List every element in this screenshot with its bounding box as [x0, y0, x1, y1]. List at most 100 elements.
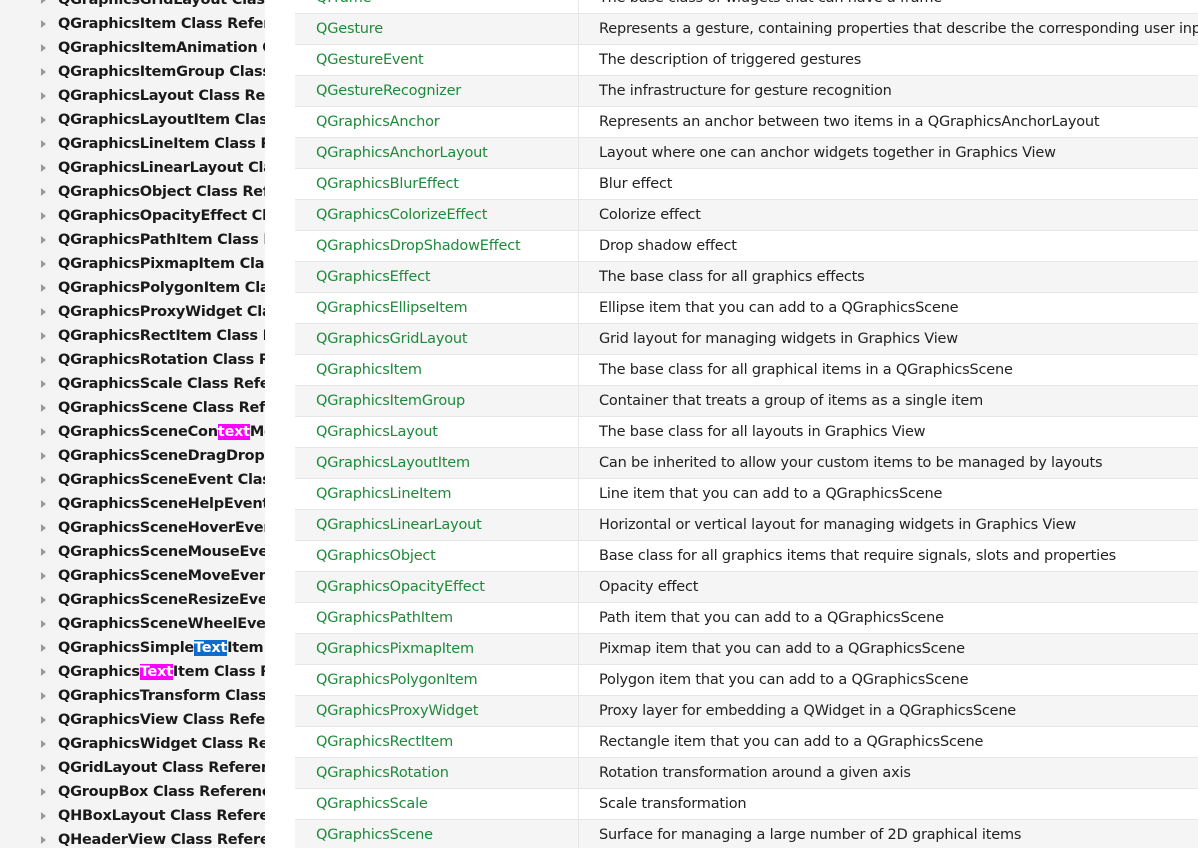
expand-arrow-icon[interactable]	[41, 476, 46, 484]
class-link[interactable]: QGesture	[316, 14, 383, 44]
sidebar-item[interactable]: QGraphicsSceneResizeEvent Class Referenc…	[0, 588, 265, 612]
expand-arrow-icon[interactable]	[41, 692, 46, 700]
class-link[interactable]: QGraphicsRotation	[316, 758, 449, 788]
class-link[interactable]: QGraphicsColorizeEffect	[316, 200, 487, 230]
class-link[interactable]: QGraphicsBlurEffect	[316, 169, 459, 199]
expand-arrow-icon[interactable]	[41, 380, 46, 388]
class-link[interactable]: QGraphicsRectItem	[316, 727, 453, 757]
sidebar-item[interactable]: QGraphicsSceneWheelEvent Class Reference	[0, 612, 265, 636]
sidebar-item[interactable]: QGraphicsItem Class Reference	[0, 12, 265, 36]
class-link[interactable]: QGraphicsPolygonItem	[316, 665, 478, 695]
expand-arrow-icon[interactable]	[41, 20, 46, 28]
sidebar-item[interactable]: QGraphicsPolygonItem Class Reference	[0, 276, 265, 300]
sidebar-item[interactable]: QGraphicsPathItem Class Reference	[0, 228, 265, 252]
sidebar-item[interactable]: QGraphicsTransform Class Reference	[0, 684, 265, 708]
expand-arrow-icon[interactable]	[41, 188, 46, 196]
class-link[interactable]: QGraphicsPixmapItem	[316, 634, 474, 664]
expand-arrow-icon[interactable]	[41, 668, 46, 676]
expand-arrow-icon[interactable]	[41, 356, 46, 364]
expand-arrow-icon[interactable]	[41, 788, 46, 796]
class-link[interactable]: QGraphicsScale	[316, 789, 428, 819]
expand-arrow-icon[interactable]	[41, 500, 46, 508]
expand-arrow-icon[interactable]	[41, 308, 46, 316]
class-link[interactable]: QGestureRecognizer	[316, 76, 461, 106]
expand-arrow-icon[interactable]	[41, 164, 46, 172]
sidebar-item[interactable]: QGraphicsItemAnimation Class Reference	[0, 36, 265, 60]
expand-arrow-icon[interactable]	[41, 332, 46, 340]
sidebar-item[interactable]: QGraphicsProxyWidget Class Reference	[0, 300, 265, 324]
sidebar-item[interactable]: QGraphicsScene Class Reference	[0, 396, 265, 420]
sidebar-item[interactable]: QGraphicsLineItem Class Reference	[0, 132, 265, 156]
sidebar-item[interactable]: QGraphicsLinearLayout Class Reference	[0, 156, 265, 180]
sidebar-item[interactable]: QGridLayout Class Reference	[0, 756, 265, 780]
sidebar-item[interactable]: QGraphicsView Class Reference	[0, 708, 265, 732]
sidebar-item[interactable]: QGraphicsObject Class Reference	[0, 180, 265, 204]
expand-arrow-icon[interactable]	[41, 44, 46, 52]
sidebar-item[interactable]: QHBoxLayout Class Reference	[0, 804, 265, 828]
class-link[interactable]: QGraphicsPathItem	[316, 603, 453, 633]
sidebar-item[interactable]: QGraphicsSceneEvent Class Reference	[0, 468, 265, 492]
sidebar-item[interactable]: QGraphicsLayout Class Reference	[0, 84, 265, 108]
expand-arrow-icon[interactable]	[41, 548, 46, 556]
expand-arrow-icon[interactable]	[41, 764, 46, 772]
class-link[interactable]: QGraphicsLayout	[316, 417, 438, 447]
expand-arrow-icon[interactable]	[41, 212, 46, 220]
sidebar-item[interactable]: QGroupBox Class Reference	[0, 780, 265, 804]
class-link[interactable]: QGraphicsGridLayout	[316, 324, 468, 354]
sidebar-item[interactable]: QGraphicsGridLayout Class Reference	[0, 0, 265, 12]
class-link[interactable]: QFrame	[316, 0, 372, 13]
expand-arrow-icon[interactable]	[41, 140, 46, 148]
class-link[interactable]: QGraphicsLayoutItem	[316, 448, 470, 478]
expand-arrow-icon[interactable]	[41, 284, 46, 292]
expand-arrow-icon[interactable]	[41, 68, 46, 76]
sidebar-item[interactable]: QGraphicsOpacityEffect Class Reference	[0, 204, 265, 228]
class-link[interactable]: QGraphicsAnchorLayout	[316, 138, 488, 168]
expand-arrow-icon[interactable]	[41, 812, 46, 820]
expand-arrow-icon[interactable]	[41, 572, 46, 580]
class-link[interactable]: QGraphicsAnchor	[316, 107, 440, 137]
expand-arrow-icon[interactable]	[41, 836, 46, 844]
sidebar-item[interactable]: QGraphicsSceneHoverEvent Class Reference	[0, 516, 265, 540]
class-link[interactable]: QGraphicsOpacityEffect	[316, 572, 485, 602]
class-link[interactable]: QGraphicsLinearLayout	[316, 510, 482, 540]
sidebar-item[interactable]: QGraphicsTextItem Class Reference	[0, 660, 265, 684]
sidebar-item[interactable]: QHeaderView Class Reference	[0, 828, 265, 848]
expand-arrow-icon[interactable]	[41, 716, 46, 724]
sidebar-item[interactable]: QGraphicsItemGroup Class Reference	[0, 60, 265, 84]
expand-arrow-icon[interactable]	[41, 740, 46, 748]
sidebar-item[interactable]: QGraphicsSceneMouseEvent Class Reference	[0, 540, 265, 564]
expand-arrow-icon[interactable]	[41, 404, 46, 412]
class-link[interactable]: QGraphicsItem	[316, 355, 422, 385]
class-link[interactable]: QGraphicsItemGroup	[316, 386, 465, 416]
sidebar-item[interactable]: QGraphicsSceneHelpEvent Class Reference	[0, 492, 265, 516]
expand-arrow-icon[interactable]	[41, 428, 46, 436]
expand-arrow-icon[interactable]	[41, 116, 46, 124]
sidebar-item[interactable]: QGraphicsRotation Class Reference	[0, 348, 265, 372]
sidebar-item[interactable]: QGraphicsSceneMoveEvent Class Reference	[0, 564, 265, 588]
expand-arrow-icon[interactable]	[41, 0, 46, 4]
class-link[interactable]: QGraphicsEffect	[316, 262, 431, 292]
sidebar-item[interactable]: QGraphicsSceneDragDropEvent Class Refere…	[0, 444, 265, 468]
expand-arrow-icon[interactable]	[41, 644, 46, 652]
sidebar-item[interactable]: QGraphicsSceneContextMenuEvent Class Ref…	[0, 420, 265, 444]
sidebar-item[interactable]: QGraphicsSimpleTextItem Class Reference	[0, 636, 265, 660]
class-link[interactable]: QGraphicsObject	[316, 541, 436, 571]
sidebar-item[interactable]: QGraphicsLayoutItem Class Reference	[0, 108, 265, 132]
expand-arrow-icon[interactable]	[41, 236, 46, 244]
class-link[interactable]: QGraphicsScene	[316, 820, 433, 848]
expand-arrow-icon[interactable]	[41, 620, 46, 628]
expand-arrow-icon[interactable]	[41, 452, 46, 460]
expand-arrow-icon[interactable]	[41, 524, 46, 532]
expand-arrow-icon[interactable]	[41, 92, 46, 100]
class-link[interactable]: QGraphicsProxyWidget	[316, 696, 478, 726]
class-link[interactable]: QGestureEvent	[316, 45, 424, 75]
sidebar-item[interactable]: QGraphicsWidget Class Reference	[0, 732, 265, 756]
class-link[interactable]: QGraphicsEllipseItem	[316, 293, 468, 323]
expand-arrow-icon[interactable]	[41, 596, 46, 604]
class-link[interactable]: QGraphicsLineItem	[316, 479, 451, 509]
sidebar-item[interactable]: QGraphicsPixmapItem Class Reference	[0, 252, 265, 276]
class-link[interactable]: QGraphicsDropShadowEffect	[316, 231, 521, 261]
sidebar-item[interactable]: QGraphicsScale Class Reference	[0, 372, 265, 396]
expand-arrow-icon[interactable]	[41, 260, 46, 268]
sidebar-item[interactable]: QGraphicsRectItem Class Reference	[0, 324, 265, 348]
